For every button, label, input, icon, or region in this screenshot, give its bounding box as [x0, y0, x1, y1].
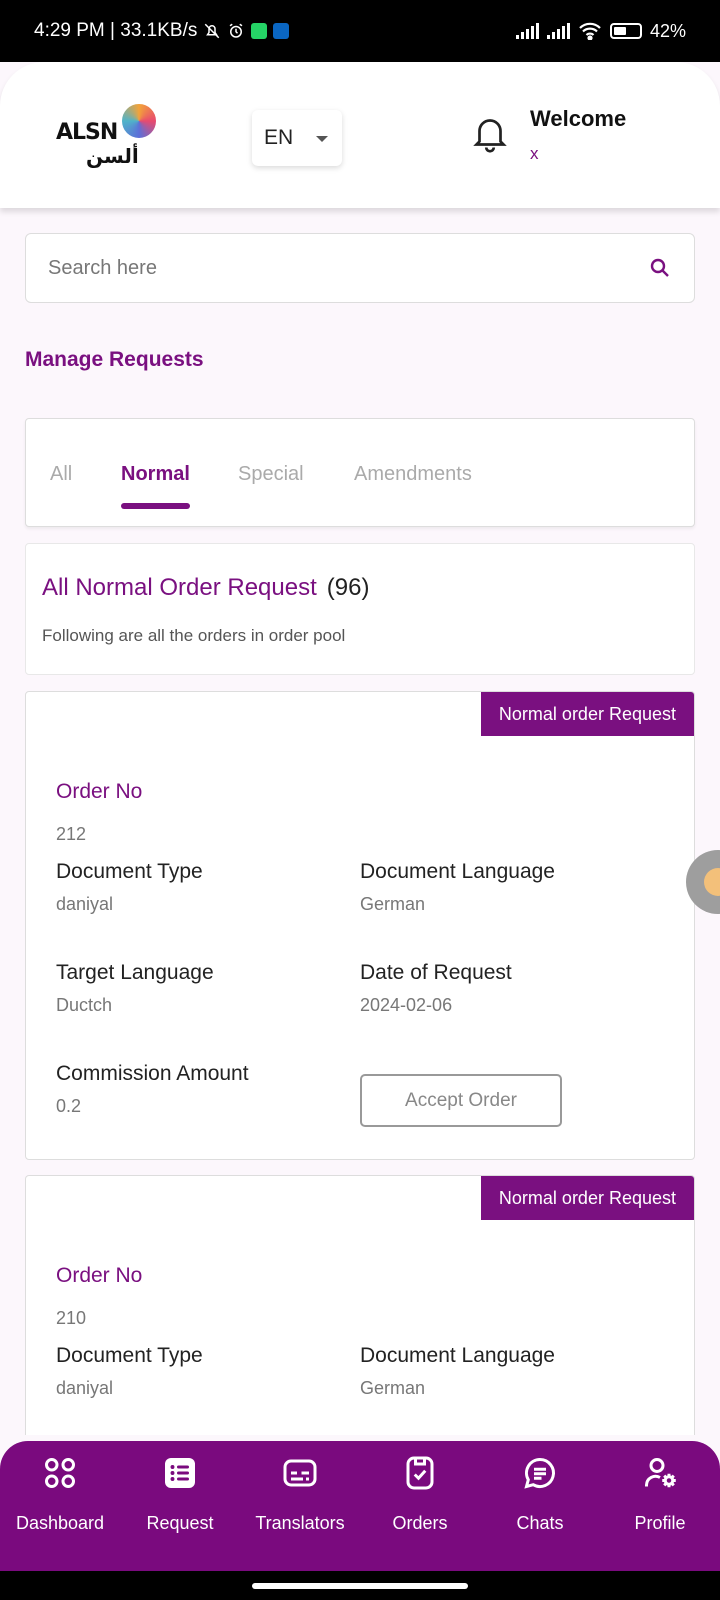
- battery-icon: [609, 23, 642, 39]
- date-of-request-label: Date of Request: [360, 961, 512, 984]
- target-language-label: Target Language: [56, 961, 214, 984]
- search-icon[interactable]: [648, 256, 672, 280]
- order-no-value: 210: [56, 1308, 87, 1328]
- commission-amount-value: 0.2: [56, 1096, 82, 1116]
- document-language-label: Document Language: [360, 1344, 555, 1367]
- nav-request[interactable]: Request: [120, 1441, 240, 1571]
- search-input[interactable]: [48, 256, 648, 280]
- grid-icon: [45, 1458, 75, 1488]
- user-name: x: [530, 144, 539, 163]
- nav-profile[interactable]: Profile: [600, 1441, 720, 1571]
- commission-amount-label: Commission Amount: [56, 1062, 249, 1085]
- page-title: Manage Requests: [25, 348, 204, 371]
- order-type-badge: Normal order Request: [480, 1176, 694, 1220]
- whatsapp-icon: [251, 23, 268, 39]
- order-no-label: Order No: [56, 780, 143, 803]
- logo-arabic: ألسن: [86, 146, 139, 168]
- alarm-icon: [229, 23, 243, 38]
- subtitles-icon: [283, 1459, 317, 1487]
- summary-count: (96): [326, 574, 370, 601]
- document-check-icon: [406, 1456, 434, 1490]
- battery-level: 42%: [649, 20, 686, 41]
- orders-summary: All Normal Order Request (96) Following a…: [25, 543, 695, 675]
- document-language-label: Document Language: [360, 860, 555, 883]
- nav-translators[interactable]: Translators: [240, 1441, 360, 1571]
- bottom-nav: Dashboard Request Translators Orders Cha…: [0, 1441, 720, 1571]
- document-type-label: Document Type: [56, 1344, 203, 1367]
- target-language-value: Ductch: [56, 995, 113, 1015]
- order-no-label: Order No: [56, 1264, 143, 1287]
- document-type-value: daniyal: [56, 1378, 114, 1398]
- signal-icon-2: [546, 23, 570, 39]
- nav-translators-label: Translators: [255, 1513, 345, 1533]
- accept-order-button[interactable]: Accept Order: [360, 1074, 562, 1127]
- chat-icon: [524, 1457, 555, 1489]
- logo-badge: [120, 102, 158, 140]
- signal-icon: [515, 23, 539, 39]
- nav-profile-label: Profile: [634, 1513, 686, 1533]
- language-select[interactable]: EN: [252, 110, 342, 166]
- summary-title: All Normal Order Request: [42, 574, 317, 601]
- welcome-text: Welcome: [530, 106, 627, 131]
- status-right: 42%: [515, 20, 686, 42]
- status-time-speed: 4:29 PM | 33.1KB/s: [34, 20, 198, 41]
- system-home-bar: [0, 1571, 720, 1600]
- summary-title-row: All Normal Order Request (96): [42, 574, 369, 602]
- request-tabs: All Normal Special Amendments: [25, 418, 695, 527]
- document-language-value: German: [360, 894, 426, 914]
- document-language-value: German: [360, 1378, 426, 1398]
- document-type-value: daniyal: [56, 894, 114, 914]
- nav-chats[interactable]: Chats: [480, 1441, 600, 1571]
- logo-latin: ALSN: [56, 120, 118, 145]
- order-card: Normal order Request Order No 210 Docume…: [25, 1175, 695, 1435]
- language-value: EN: [264, 126, 294, 149]
- nav-chats-label: Chats: [516, 1513, 564, 1533]
- status-left: 4:29 PM | 33.1KB/s: [34, 20, 290, 42]
- document-type-label: Document Type: [56, 860, 203, 883]
- tab-special[interactable]: Special: [238, 463, 304, 486]
- order-type-badge: Normal order Request: [480, 692, 694, 736]
- status-bar: 4:29 PM | 33.1KB/s 42%: [0, 0, 720, 62]
- date-of-request-value: 2024-02-06: [360, 995, 453, 1015]
- summary-subtitle: Following are all the orders in order po…: [42, 626, 346, 645]
- tab-normal[interactable]: Normal: [121, 463, 190, 509]
- order-no-value: 212: [56, 824, 87, 844]
- tab-amendments[interactable]: Amendments: [354, 463, 472, 486]
- mute-icon: [205, 23, 220, 39]
- search-bar: [25, 233, 695, 303]
- wifi-icon: [579, 22, 601, 40]
- list-icon: [165, 1458, 195, 1488]
- user-settings-icon: [645, 1458, 676, 1488]
- caret-down-icon: [316, 136, 328, 142]
- home-indicator[interactable]: [252, 1583, 468, 1589]
- nav-request-label: Request: [146, 1513, 214, 1533]
- nav-dashboard[interactable]: Dashboard: [0, 1441, 120, 1571]
- nav-orders[interactable]: Orders: [360, 1441, 480, 1571]
- bell-icon[interactable]: [472, 114, 508, 154]
- order-card: Normal order Request Order No 212 Docume…: [25, 691, 695, 1160]
- app-header: ALSN ألسن EN Welcome x: [0, 62, 720, 208]
- linkedin-icon: [273, 23, 290, 39]
- app-logo: ALSN ألسن: [56, 102, 166, 172]
- tab-all[interactable]: All: [50, 463, 72, 486]
- nav-orders-label: Orders: [392, 1513, 448, 1533]
- nav-dashboard-label: Dashboard: [15, 1513, 105, 1533]
